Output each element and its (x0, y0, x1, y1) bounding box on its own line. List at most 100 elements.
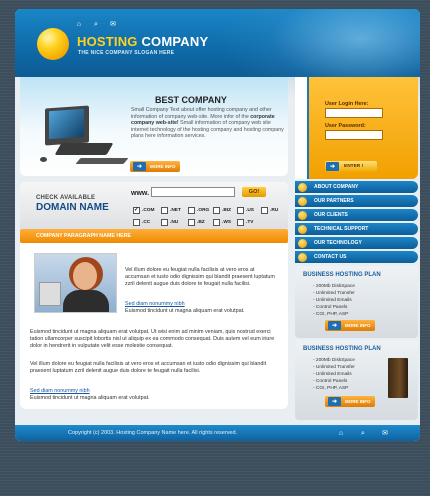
checkbox[interactable] (213, 219, 220, 226)
tld-checkbox-nu[interactable]: .NU (161, 219, 178, 226)
page-container: ⌂ ⌕ ✉ HOSTING COMPANY THE NICE COMPANY S… (15, 9, 420, 441)
tld-label: .ORG (197, 208, 210, 213)
home-icon[interactable]: ⌂ (75, 20, 83, 28)
paragraph-link-2[interactable]: Sed diam nonummy nibh (30, 388, 90, 395)
login-input[interactable] (325, 108, 383, 118)
checkbox[interactable]: ✓ (133, 207, 140, 214)
arrow-right-icon: ➜ (328, 397, 341, 406)
plan-2-more-info-button[interactable]: ➜ MORE INFO (325, 396, 375, 407)
menu-item-label: OUR TECHNOLOGY (314, 240, 362, 246)
tld-checkbox-ws[interactable]: .WS (213, 219, 231, 226)
login-panel-stripe (295, 77, 309, 179)
bullet-icon (298, 196, 307, 206)
paragraph-panel: Vel illum dolore eu feugiat nulla facili… (20, 243, 288, 409)
login-panel: User Login Here: User Password: ➜ ENTER … (295, 77, 418, 179)
menu-item-our-technology[interactable]: OUR TECHNOLOGY (295, 237, 418, 249)
plan-feature: - CGI, PHP, ASP (313, 312, 349, 317)
plan-title: BUSINESS HOSTING PLAN (303, 272, 381, 278)
menu-item-technical-support[interactable]: TECHNICAL SUPPORT (295, 223, 418, 235)
tld-label: .WS (222, 220, 232, 225)
checkbox[interactable] (188, 207, 195, 214)
hero-more-info-button[interactable]: ➜ MORE INFO (130, 161, 180, 172)
home-icon[interactable]: ⌂ (337, 429, 345, 437)
password-input[interactable] (325, 130, 383, 140)
paragraph-link-1[interactable]: Sed diam nonummy nibh (125, 301, 185, 308)
computer-monitor-image (45, 105, 89, 146)
domain-check-panel: CHECK AVAILABLE DOMAIN NAME www. GO! ✓ .C… (20, 182, 288, 232)
server-image (388, 358, 408, 398)
copyright-text: Copyright (c) 2003. Hosting Company Name… (68, 430, 238, 436)
tld-checkbox-com[interactable]: ✓ .COM (133, 207, 155, 214)
tld-checkbox-cc[interactable]: .CC (133, 219, 150, 226)
tld-checkbox-net[interactable]: .NET (161, 207, 181, 214)
brand-name[interactable]: HOSTING COMPANY (77, 34, 208, 49)
main-menu: ABOUT COMPANY OUR PARTNERS OUR CLIENTS T… (295, 181, 418, 265)
plan-features: - 200Mb DiskSpace - Unlimited Transfer -… (313, 283, 355, 318)
header: ⌂ ⌕ ✉ HOSTING COMPANY THE NICE COMPANY S… (15, 9, 420, 109)
support-agent-photo (34, 253, 117, 313)
paragraph-text-3b: Euismod tincidunt ut magna aliquam erat … (30, 395, 150, 401)
tld-checkbox-tv[interactable]: .TV (237, 219, 253, 226)
bullet-icon (298, 252, 307, 262)
menu-item-our-partners[interactable]: OUR PARTNERS (295, 195, 418, 207)
checkbox[interactable] (161, 219, 168, 226)
hero-title: BEST COMPANY (155, 95, 227, 105)
checkbox[interactable] (237, 219, 244, 226)
paragraph-text-2: Euismod tincidunt ut magna aliquam erat … (30, 329, 275, 349)
mail-icon[interactable]: ✉ (381, 429, 389, 437)
keyboard-image (75, 158, 129, 164)
menu-item-contact-us[interactable]: CONTACT US (295, 251, 418, 263)
checkbox[interactable] (133, 219, 140, 226)
plan-feature: - Unlimited Emails (313, 372, 352, 377)
brand-part2: COMPANY (141, 34, 209, 49)
mouse-image (40, 157, 47, 162)
tld-label: .US (246, 208, 254, 213)
tld-label: .BIZ (222, 208, 232, 213)
checkbox[interactable] (213, 207, 220, 214)
checkbox[interactable] (237, 207, 244, 214)
menu-item-label: OUR PARTNERS (314, 198, 354, 204)
search-icon[interactable]: ⌕ (359, 429, 367, 437)
search-icon[interactable]: ⌕ (92, 20, 100, 28)
logo-icon (37, 28, 69, 60)
menu-item-label: OUR CLIENTS (314, 212, 348, 218)
password-label: User Password: (325, 123, 366, 129)
menu-item-label: ABOUT COMPANY (314, 184, 359, 190)
tld-checkbox-us[interactable]: .US (237, 207, 254, 214)
domain-input[interactable] (151, 187, 235, 197)
tld-checkbox-org[interactable]: .ORG (188, 207, 209, 214)
plan-1-more-info-button[interactable]: ➜ MORE INFO (325, 320, 375, 331)
plan-more-info-label: MORE INFO (345, 399, 371, 404)
computer-case-image (54, 143, 114, 155)
checkbox[interactable] (261, 207, 268, 214)
brand-part1: HOSTING (77, 34, 138, 49)
bullet-icon (298, 224, 307, 234)
plan-more-info-label: MORE INFO (345, 323, 371, 328)
plan-feature: - Control Panels (313, 305, 348, 310)
paragraph-title-bar: COMPANY PARAGRAPH NAME HERE (20, 229, 288, 243)
tld-checkbox-ru[interactable]: .RU (261, 207, 278, 214)
menu-item-about-company[interactable]: ABOUT COMPANY (295, 181, 418, 193)
paragraph-text-3: Vel illum dolore eu feugiat nulla facili… (30, 361, 267, 374)
menu-item-our-clients[interactable]: OUR CLIENTS (295, 209, 418, 221)
tld-checkbox-biz[interactable]: .BIZ (213, 207, 231, 214)
plan-feature: - Unlimited Emails (313, 298, 352, 303)
bullet-icon (298, 210, 307, 220)
mail-icon[interactable]: ✉ (109, 20, 117, 28)
hero-more-info-label: MORE INFO (150, 164, 176, 169)
tld-checkbox-bz[interactable]: .BZ (188, 219, 205, 226)
plan-feature: - Unlimited Transfer (313, 365, 355, 370)
enter-button[interactable]: ➜ ENTER ! (325, 161, 377, 172)
menu-item-label: TECHNICAL SUPPORT (314, 226, 369, 232)
www-label: www. (131, 190, 150, 197)
go-button[interactable]: GO! (242, 187, 266, 197)
paragraph-text-1b: Euismod tincidunt ut magna aliquam erat … (125, 308, 245, 314)
hero-text: Small Company Text about offer hosting c… (131, 107, 284, 140)
checkbox[interactable] (161, 207, 168, 214)
tld-label: .BZ (197, 220, 205, 225)
plan-feature: - 200Mb DiskSpace (313, 358, 355, 363)
slogan: THE NICE COMPANY SLOGAN HERE (78, 50, 175, 56)
checkbox[interactable] (188, 219, 195, 226)
arrow-right-icon: ➜ (328, 321, 341, 330)
menu-item-label: CONTACT US (314, 254, 347, 260)
